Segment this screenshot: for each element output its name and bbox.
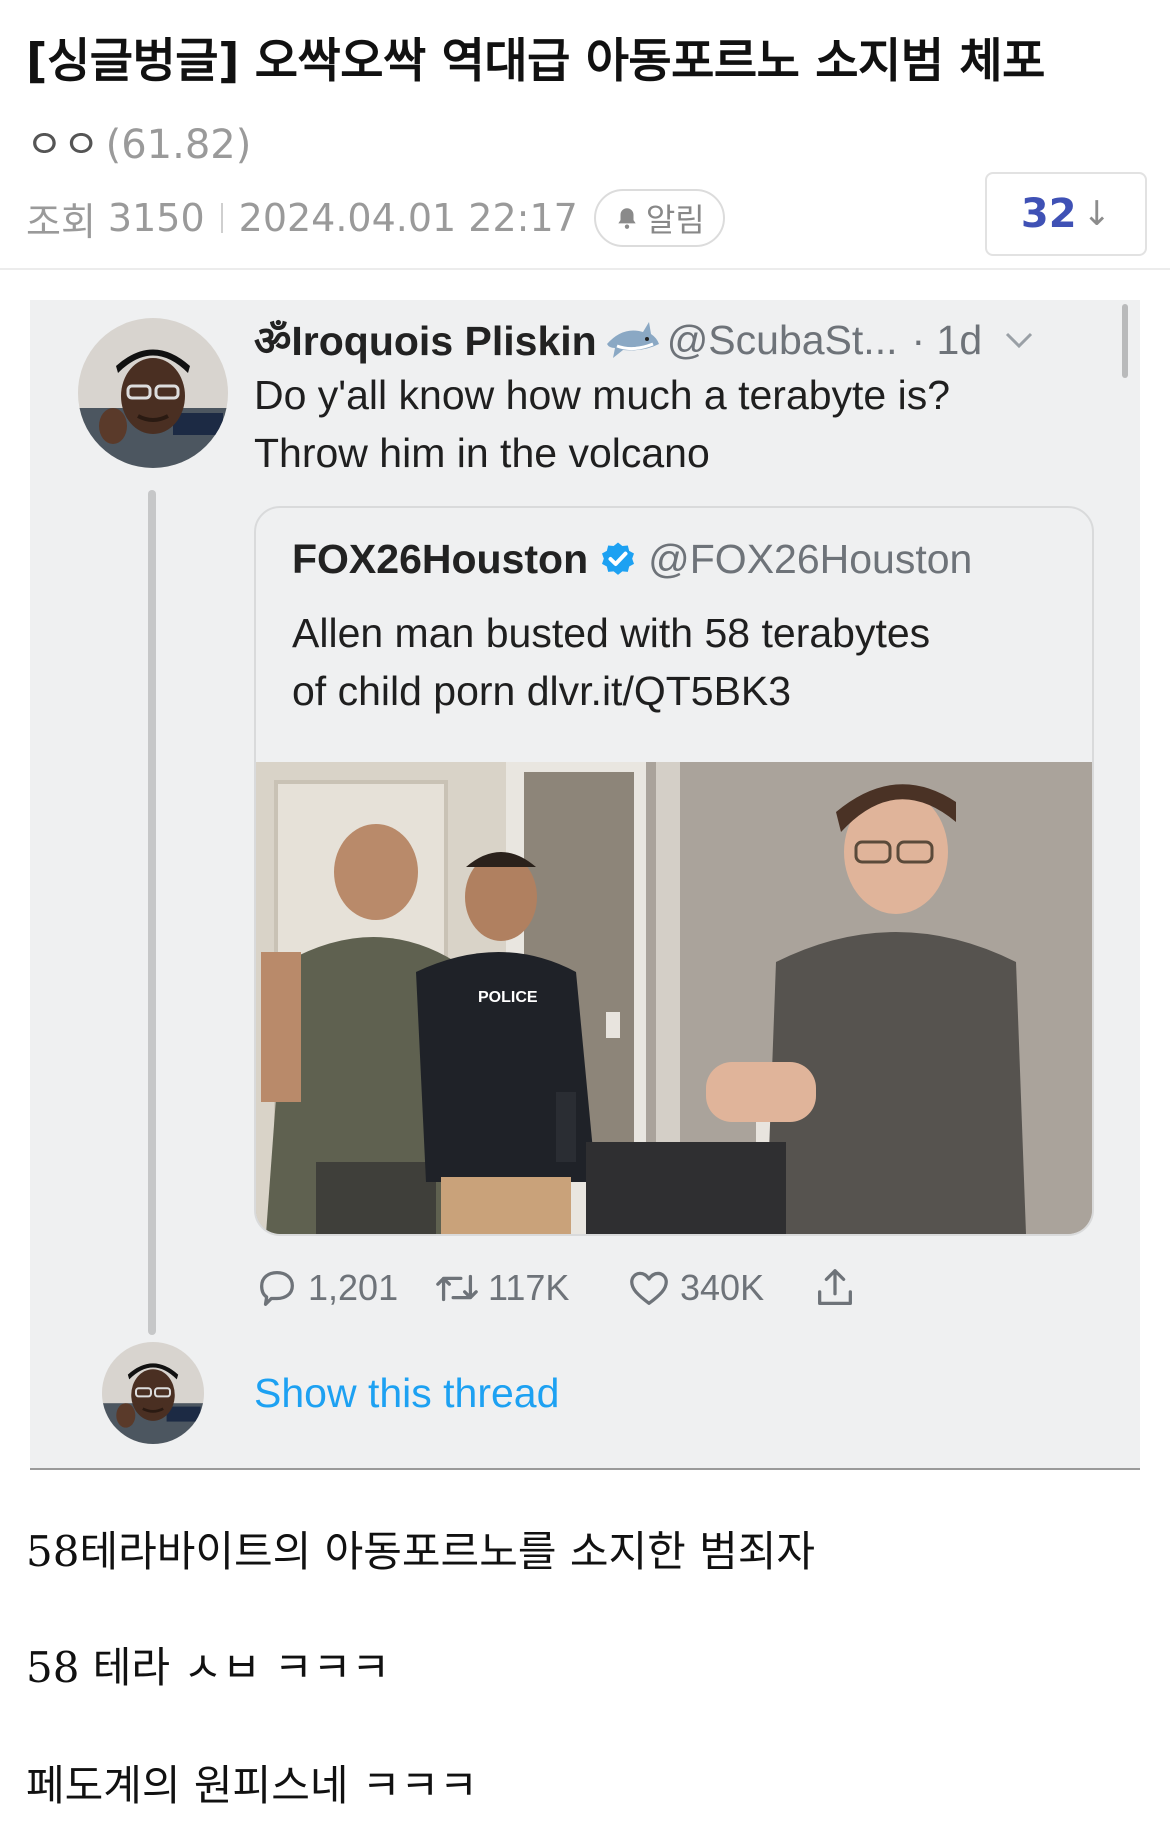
tweet-actions: 1,201 117K 340K	[254, 1258, 954, 1318]
tweet-author-handle[interactable]: @ScubaSt...	[667, 317, 898, 364]
quoted-tweet[interactable]: FOX26Houston @FOX26Houston Allen man bus…	[254, 506, 1094, 1236]
share-action[interactable]	[812, 1258, 858, 1318]
quoted-author-name: FOX26Houston	[292, 536, 589, 582]
quoted-text-line: of child porn dlvr.it/QT5BK3	[292, 668, 792, 714]
scrollbar	[1122, 304, 1128, 378]
tweet-text: Do y'all know how much a terabyte is? Th…	[254, 366, 1114, 482]
reply-count: 1,201	[308, 1267, 399, 1308]
vote-button[interactable]: 32 ↓	[985, 172, 1147, 256]
tweet-header: ॐIroquois Pliskin @ScubaSt... · 1d	[254, 312, 1034, 368]
embedded-tweet-screenshot: ॐIroquois Pliskin @ScubaSt... · 1d Do y'…	[30, 300, 1140, 1470]
verified-badge-icon	[602, 542, 635, 575]
tweet-text-line: Do y'all know how much a terabyte is?	[254, 372, 951, 418]
body-text-line: 58 테라 ㅅㅂ ㅋㅋㅋ	[26, 1643, 390, 1692]
post-header: [싱글벙글] 오싹오싹 역대급 아동포르노 소지범 체포 ㅇㅇ (61.82) 조…	[0, 0, 1170, 270]
tweet-text-line: Throw him in the volcano	[254, 430, 710, 476]
reply-action[interactable]: 1,201	[254, 1258, 398, 1318]
alarm-button[interactable]: 알림	[593, 189, 725, 247]
vote-count: 32	[1020, 191, 1077, 237]
post-title: [싱글벙글] 오싹오싹 역대급 아동포르노 소지범 체포	[26, 34, 1045, 89]
chevron-down-icon[interactable]	[1004, 330, 1034, 350]
news-photo[interactable]: POLICE	[256, 762, 1092, 1234]
om-symbol: ॐ	[254, 318, 292, 364]
quoted-tweet-text: Allen man busted with 58 terabytes of ch…	[292, 604, 1052, 720]
shark-emoji-icon	[606, 322, 659, 358]
quoted-author-handle: @FOX26Houston	[648, 536, 973, 582]
views-count: 3150	[107, 196, 205, 240]
like-icon	[630, 1271, 668, 1305]
bell-icon	[618, 208, 636, 229]
quoted-text-line: Allen man busted with 58 terabytes	[292, 610, 931, 656]
author-name[interactable]: ㅇㅇ	[26, 122, 100, 168]
like-count: 340K	[680, 1267, 765, 1308]
quoted-tweet-header: FOX26Houston @FOX26Houston	[292, 536, 972, 583]
retweet-count: 117K	[488, 1267, 570, 1308]
avatar	[102, 1342, 204, 1444]
tweet-author-name-text: Iroquois Pliskin	[291, 318, 597, 364]
retweet-action[interactable]: 117K	[434, 1258, 569, 1318]
author-level: (61.82)	[105, 122, 252, 168]
retweet-icon	[436, 1274, 478, 1302]
views-label: 조회	[26, 199, 96, 244]
like-action[interactable]: 340K	[626, 1258, 764, 1318]
body-text-line: 페도계의 원피스네 ㅋㅋㅋ	[26, 1761, 478, 1810]
tweet-time: · 1d	[911, 316, 983, 363]
photo-vest-text: POLICE	[478, 989, 538, 1006]
show-thread-link[interactable]: Show this thread	[254, 1370, 559, 1417]
avatar	[78, 318, 228, 468]
header-divider	[0, 268, 1170, 270]
tweet-author-name[interactable]: ॐIroquois Pliskin	[254, 312, 597, 368]
reply-icon	[260, 1271, 294, 1306]
post-datetime: 2024.04.01 22:17	[238, 196, 578, 240]
meta-separator	[220, 203, 223, 233]
author-row: ㅇㅇ (61.82)	[26, 112, 251, 170]
body-text-line: 58테라바이트의 아동포르노를 소지한 범죄자	[26, 1527, 816, 1576]
share-icon	[818, 1269, 852, 1305]
vote-arrow-icon: ↓	[1082, 194, 1112, 234]
alarm-label: 알림	[645, 201, 705, 239]
meta-row: 조회 3150 2024.04.01 22:17 알림	[26, 188, 725, 248]
thread-line	[148, 490, 156, 1335]
